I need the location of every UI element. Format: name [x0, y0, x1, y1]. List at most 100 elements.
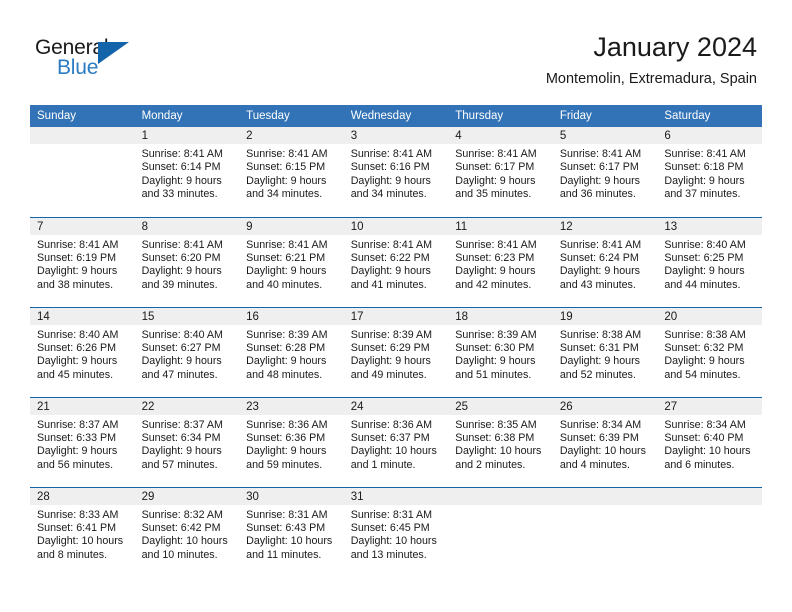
day-cell[interactable]: 2 Sunrise: 8:41 AM Sunset: 6:15 PM Dayli…	[239, 127, 344, 217]
day-cell[interactable]: 13 Sunrise: 8:40 AM Sunset: 6:25 PM Dayl…	[657, 216, 762, 307]
day-info: Sunrise: 8:41 AM Sunset: 6:18 PM Dayligh…	[657, 144, 762, 202]
daylight-text-line2: and 59 minutes.	[246, 458, 323, 471]
day-number: 4	[448, 127, 553, 144]
daylight-text-line1: Daylight: 10 hours	[559, 445, 646, 458]
day-cell[interactable]: 16 Sunrise: 8:39 AM Sunset: 6:28 PM Dayl…	[239, 306, 344, 397]
day-cell[interactable]: 9 Sunrise: 8:41 AM Sunset: 6:21 PM Dayli…	[239, 216, 344, 307]
day-cell[interactable]: 15 Sunrise: 8:40 AM Sunset: 6:27 PM Dayl…	[134, 306, 240, 397]
day-number: 26	[552, 397, 658, 415]
day-cell[interactable]: 29 Sunrise: 8:32 AM Sunset: 6:42 PM Dayl…	[134, 486, 240, 577]
sunset-text: Sunset: 6:22 PM	[350, 251, 430, 264]
day-cell[interactable]: 25 Sunrise: 8:35 AM Sunset: 6:38 PM Dayl…	[448, 396, 553, 487]
day-info: Sunrise: 8:34 AM Sunset: 6:40 PM Dayligh…	[657, 415, 762, 473]
sunset-text: Sunset: 6:15 PM	[246, 161, 326, 174]
day-cell[interactable]: 6 Sunrise: 8:41 AM Sunset: 6:18 PM Dayli…	[657, 127, 762, 217]
day-cell[interactable]: 26 Sunrise: 8:34 AM Sunset: 6:39 PM Dayl…	[552, 396, 658, 487]
title-block: January 2024 Montemolin, Extremadura, Sp…	[546, 30, 757, 90]
day-info: Sunrise: 8:41 AM Sunset: 6:15 PM Dayligh…	[239, 144, 344, 202]
week-row: 28 Sunrise: 8:33 AM Sunset: 6:41 PM Dayl…	[30, 486, 762, 577]
sunset-text: Sunset: 6:20 PM	[141, 251, 221, 264]
daylight-text-line1: Daylight: 10 hours	[350, 445, 437, 458]
daylight-text-line2: and 33 minutes.	[141, 188, 218, 201]
day-cell[interactable]: 22 Sunrise: 8:37 AM Sunset: 6:34 PM Dayl…	[134, 396, 240, 487]
day-number: 1	[134, 127, 240, 144]
sunset-text: Sunset: 6:30 PM	[455, 341, 535, 354]
weekday-header-monday: Monday	[134, 105, 240, 127]
daylight-text-line1: Daylight: 10 hours	[664, 445, 751, 458]
day-cell[interactable]: 1 Sunrise: 8:41 AM Sunset: 6:14 PM Dayli…	[134, 127, 240, 217]
day-info: Sunrise: 8:41 AM Sunset: 6:22 PM Dayligh…	[344, 235, 449, 293]
daylight-text-line1: Daylight: 9 hours	[246, 445, 327, 458]
day-number: 25	[448, 397, 553, 415]
general-blue-logo[interactable]: General Blue	[35, 36, 165, 86]
sunset-text: Sunset: 6:28 PM	[246, 341, 326, 354]
sunrise-text: Sunrise: 8:40 AM	[37, 328, 119, 341]
day-cell[interactable]: 17 Sunrise: 8:39 AM Sunset: 6:29 PM Dayl…	[343, 306, 449, 397]
daylight-text-line2: and 2 minutes.	[455, 458, 526, 471]
day-cell[interactable]: 24 Sunrise: 8:36 AM Sunset: 6:37 PM Dayl…	[343, 396, 449, 487]
day-number: 27	[657, 397, 762, 415]
day-cell	[552, 486, 658, 577]
sunset-text: Sunset: 6:34 PM	[141, 431, 221, 444]
day-info: Sunrise: 8:33 AM Sunset: 6:41 PM Dayligh…	[30, 505, 135, 563]
sunset-text: Sunset: 6:39 PM	[559, 431, 639, 444]
day-number: 28	[30, 487, 135, 505]
week-row: 14 Sunrise: 8:40 AM Sunset: 6:26 PM Dayl…	[30, 306, 762, 397]
daylight-text-line1: Daylight: 9 hours	[455, 174, 536, 187]
page-subtitle: Montemolin, Extremadura, Spain	[545, 71, 757, 87]
sunset-text: Sunset: 6:25 PM	[664, 251, 744, 264]
sunrise-text: Sunrise: 8:41 AM	[246, 238, 328, 251]
sunset-text: Sunset: 6:33 PM	[37, 431, 117, 444]
day-cell[interactable]: 11 Sunrise: 8:41 AM Sunset: 6:23 PM Dayl…	[448, 216, 553, 307]
day-cell[interactable]: 5 Sunrise: 8:41 AM Sunset: 6:17 PM Dayli…	[552, 127, 658, 217]
day-info: Sunrise: 8:39 AM Sunset: 6:28 PM Dayligh…	[239, 325, 344, 383]
day-cell[interactable]: 23 Sunrise: 8:36 AM Sunset: 6:36 PM Dayl…	[239, 396, 344, 487]
day-cell[interactable]: 28 Sunrise: 8:33 AM Sunset: 6:41 PM Dayl…	[30, 486, 135, 577]
day-cell[interactable]: 12 Sunrise: 8:41 AM Sunset: 6:24 PM Dayl…	[552, 216, 658, 307]
day-cell[interactable]: 4 Sunrise: 8:41 AM Sunset: 6:17 PM Dayli…	[448, 127, 553, 217]
triangle-icon	[98, 42, 129, 64]
day-cell[interactable]: 7 Sunrise: 8:41 AM Sunset: 6:19 PM Dayli…	[30, 216, 135, 307]
weekday-header-row: Sunday Monday Tuesday Wednesday Thursday…	[30, 105, 762, 127]
day-info: Sunrise: 8:38 AM Sunset: 6:31 PM Dayligh…	[553, 325, 658, 383]
day-info: Sunrise: 8:41 AM Sunset: 6:17 PM Dayligh…	[553, 144, 658, 202]
day-number	[448, 487, 553, 505]
day-cell[interactable]: 19 Sunrise: 8:38 AM Sunset: 6:31 PM Dayl…	[552, 306, 658, 397]
day-cell[interactable]: 3 Sunrise: 8:41 AM Sunset: 6:16 PM Dayli…	[343, 127, 449, 217]
day-info: Sunrise: 8:31 AM Sunset: 6:45 PM Dayligh…	[344, 505, 449, 563]
sunrise-text: Sunrise: 8:41 AM	[350, 238, 433, 251]
sunset-text: Sunset: 6:42 PM	[141, 521, 221, 534]
sunrise-text: Sunrise: 8:41 AM	[350, 148, 433, 160]
day-cell[interactable]: 30 Sunrise: 8:31 AM Sunset: 6:43 PM Dayl…	[239, 486, 344, 577]
day-cell[interactable]: 31 Sunrise: 8:31 AM Sunset: 6:45 PM Dayl…	[343, 486, 449, 577]
day-number: 24	[343, 397, 449, 415]
day-info: Sunrise: 8:40 AM Sunset: 6:27 PM Dayligh…	[135, 325, 240, 383]
daylight-text-line2: and 34 minutes.	[350, 188, 427, 201]
day-cell[interactable]: 18 Sunrise: 8:39 AM Sunset: 6:30 PM Dayl…	[448, 306, 553, 397]
daylight-text-line2: and 6 minutes.	[664, 458, 735, 471]
day-cell[interactable]: 8 Sunrise: 8:41 AM Sunset: 6:20 PM Dayli…	[134, 216, 240, 307]
day-info: Sunrise: 8:41 AM Sunset: 6:17 PM Dayligh…	[448, 144, 553, 202]
sunrise-text: Sunrise: 8:41 AM	[664, 148, 746, 160]
day-info: Sunrise: 8:36 AM Sunset: 6:36 PM Dayligh…	[239, 415, 344, 473]
day-info: Sunrise: 8:39 AM Sunset: 6:29 PM Dayligh…	[344, 325, 449, 383]
daylight-text-line2: and 45 minutes.	[37, 368, 114, 381]
day-cell[interactable]: 10 Sunrise: 8:41 AM Sunset: 6:22 PM Dayl…	[343, 216, 449, 307]
daylight-text-line2: and 48 minutes.	[246, 368, 323, 381]
day-info: Sunrise: 8:41 AM Sunset: 6:20 PM Dayligh…	[135, 235, 240, 293]
weekday-header-thursday: Thursday	[448, 105, 553, 127]
sunset-text: Sunset: 6:21 PM	[246, 251, 326, 264]
sunrise-text: Sunrise: 8:37 AM	[37, 418, 119, 431]
day-cell[interactable]: 20 Sunrise: 8:38 AM Sunset: 6:32 PM Dayl…	[657, 306, 762, 397]
daylight-text-line2: and 1 minute.	[350, 458, 416, 471]
sunrise-text: Sunrise: 8:35 AM	[455, 418, 537, 431]
day-cell[interactable]: 27 Sunrise: 8:34 AM Sunset: 6:40 PM Dayl…	[657, 396, 762, 487]
day-info: Sunrise: 8:41 AM Sunset: 6:14 PM Dayligh…	[135, 144, 240, 202]
sunset-text: Sunset: 6:16 PM	[350, 161, 430, 174]
day-cell[interactable]: 14 Sunrise: 8:40 AM Sunset: 6:26 PM Dayl…	[30, 306, 135, 397]
day-cell[interactable]: 21 Sunrise: 8:37 AM Sunset: 6:33 PM Dayl…	[30, 396, 135, 487]
sunset-text: Sunset: 6:14 PM	[141, 161, 221, 174]
sunrise-text: Sunrise: 8:40 AM	[141, 328, 223, 341]
calendar-grid: Sunday Monday Tuesday Wednesday Thursday…	[30, 105, 762, 577]
page-title: January 2024	[593, 32, 757, 62]
